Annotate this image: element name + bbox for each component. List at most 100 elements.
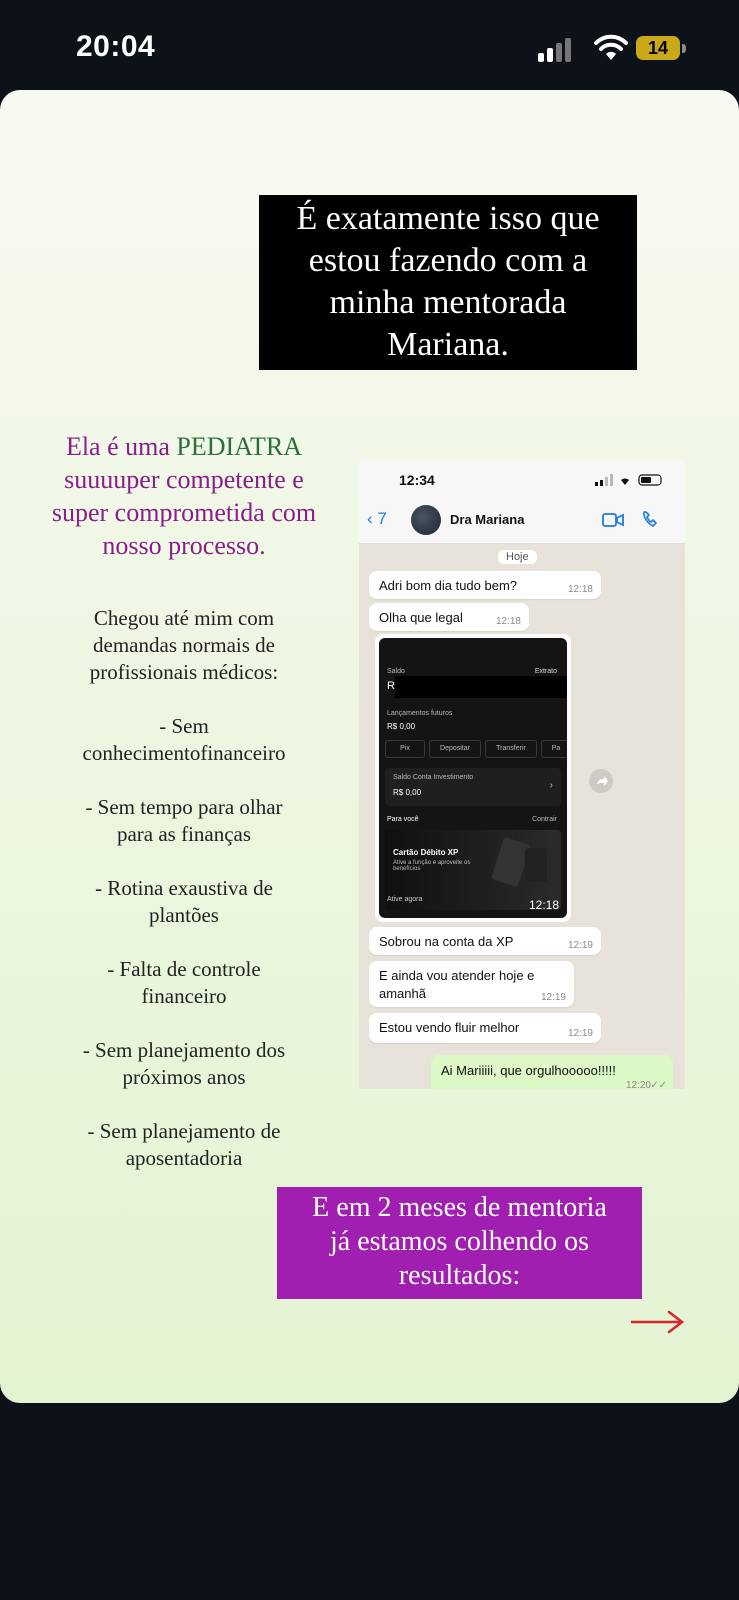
pix-button: Pix	[385, 740, 425, 758]
phone-call-icon[interactable]	[641, 510, 659, 528]
chevron-right-icon: ›	[549, 780, 553, 791]
message-bubble[interactable]: E ainda vou atender hoje e amanhã 12:19	[369, 961, 574, 1007]
text-line: profissionais médicos:	[89, 660, 279, 684]
text-line: próximos anos	[122, 1065, 246, 1089]
message-text: Sobrou na conta da XP	[379, 934, 514, 949]
message-text: amanhã	[379, 986, 426, 1001]
demand-item: - Sem planejamento de aposentadoria	[14, 1118, 354, 1172]
saldo-label: Saldo	[387, 668, 405, 675]
demands-intro: Chegou até mim com demandas normais de pro…	[14, 605, 354, 686]
text-line: plantões	[149, 903, 219, 927]
text-line: - Sem tempo para olhar	[85, 795, 283, 819]
text-line: - Falta de controle	[107, 957, 261, 981]
pediatra-highlight: PEDIATRA	[176, 432, 303, 461]
message-bubble[interactable]: Estou vendo fluir melhor 12:19	[369, 1013, 601, 1043]
result-line: E em 2 meses de mentoria	[312, 1192, 607, 1223]
intro-line: suuuuper competente e	[64, 465, 304, 494]
clock: 20:04	[76, 30, 156, 63]
message-text: Olha que legal	[379, 610, 463, 625]
message-text: Ai Mariiiii, que orgulhooooo!!!!!	[441, 1063, 616, 1078]
investimento-label: Saldo Conta Investimento	[393, 774, 474, 781]
result-line: já estamos colhendo os	[330, 1226, 589, 1257]
lancamentos-label: Lançamentos futuros	[387, 710, 453, 717]
intro-line: nosso processo.	[102, 531, 266, 560]
result-line: resultados:	[398, 1260, 521, 1291]
demand-item: - Falta de controle financeiro	[14, 956, 354, 1010]
headline-box: É exatamente isso que estou fazendo com …	[259, 195, 637, 370]
avatar[interactable]	[411, 505, 441, 535]
battery-cap	[682, 44, 686, 53]
text-line: para as finanças	[116, 822, 252, 846]
headline-line: É exatamente isso que	[296, 200, 600, 237]
extrato-link: Extrato	[534, 668, 557, 675]
text-line: Chegou até mim com	[93, 606, 275, 630]
message-bubble-outgoing[interactable]: Ai Mariiiii, que orgulhooooo!!!!! 12:20 …	[431, 1055, 673, 1089]
xp-app-screenshot: Saldo Extrato R$ Lançamentos futuros R$ …	[379, 638, 567, 918]
share-icon[interactable]	[589, 769, 613, 793]
demand-item: - Sem tempo para olhar para as finanças	[14, 794, 354, 848]
message-time: 12:19	[567, 940, 593, 951]
story-card: É exatamente isso que estou fazendo com …	[0, 90, 739, 1403]
ative-agora: Ative agora	[387, 896, 423, 903]
phone-status-bar: 12:34	[359, 461, 685, 497]
text-line: - Sem planejamento dos	[82, 1038, 286, 1062]
phone-status-icons	[595, 474, 662, 486]
text-line: conhecimentofinanceiro	[82, 741, 286, 765]
message-time: 12:18	[495, 616, 521, 627]
back-count: 7	[377, 509, 387, 528]
message-time: 12:18	[567, 584, 593, 595]
contact-name[interactable]: Dra Mariana	[450, 512, 524, 527]
message-bubble[interactable]: Adri bom dia tudo bem? 12:18	[369, 571, 601, 599]
lancamentos-value: R$ 0,00	[387, 722, 416, 731]
whatsapp-screenshot: 12:34 ‹ 7 Dra Mariana Hoje Adri bom dia …	[359, 461, 685, 1089]
para-voce-label: Para você	[387, 816, 419, 823]
message-time: 12:18	[528, 898, 559, 912]
video-call-icon[interactable]	[602, 511, 624, 529]
message-time: 12:20	[625, 1080, 651, 1089]
phone-clock: 12:34	[399, 472, 435, 488]
text-line: - Sem planejamento de	[87, 1119, 281, 1143]
headline-line: estou fazendo com a	[308, 242, 588, 279]
day-separator: Hoje	[498, 550, 537, 564]
headline-line: Mariana.	[387, 326, 509, 363]
text-line: financeiro	[141, 984, 227, 1008]
message-time: 12:19	[567, 1028, 593, 1039]
demands-list: Chegou até mim com demandas normais de pro…	[14, 605, 354, 1199]
message-text: Estou vendo fluir melhor	[379, 1020, 520, 1035]
intro-line: super comprometida com	[51, 498, 317, 527]
depositar-button: Depositar	[429, 740, 481, 758]
contrair-link: Contrair	[532, 816, 557, 823]
investimento-card: Saldo Conta Investimento R$ 0,00 ›	[385, 768, 561, 806]
text-line: - Sem	[159, 714, 209, 738]
redaction-bar	[395, 676, 567, 698]
text-line: - Rotina exaustiva de	[95, 876, 273, 900]
image-message[interactable]: Saldo Extrato R$ Lançamentos futuros R$ …	[375, 634, 571, 922]
action-row: Pix Depositar Transferir Pa	[385, 740, 567, 758]
text-line: aposentadoria	[125, 1146, 243, 1170]
battery-icon: 14	[636, 36, 680, 60]
demand-item: - Rotina exaustiva de plantões	[14, 875, 354, 929]
investimento-value: R$ 0,00	[393, 788, 422, 797]
status-bar: 20:04 14	[0, 0, 739, 90]
message-text: E ainda vou atender hoje e	[379, 968, 535, 983]
cellular-signal-icon	[538, 36, 578, 62]
card-title: Cartão Débito XP	[393, 848, 459, 857]
chat-area[interactable]: Hoje Adri bom dia tudo bem? 12:18 Olha q…	[359, 544, 685, 1089]
card-desc: Ative a função e aproveite os benefícios	[393, 860, 471, 872]
message-text: Adri bom dia tudo bem?	[379, 578, 518, 593]
read-receipt-icon: ✓✓	[650, 1080, 667, 1089]
demand-item: - Sem planejamento dos próximos anos	[14, 1037, 354, 1091]
text-line: demandas normais de	[93, 633, 275, 657]
back-button[interactable]: ‹ 7	[367, 509, 387, 529]
wifi-icon	[594, 34, 628, 60]
intro-part1: Ela é uma	[65, 432, 177, 461]
message-bubble[interactable]: Olha que legal 12:18	[369, 603, 529, 631]
chat-header: ‹ 7 Dra Mariana	[359, 497, 685, 544]
message-time: 12:19	[540, 992, 566, 1003]
message-bubble[interactable]: Sobrou na conta da XP 12:19	[369, 927, 601, 955]
transferir-button: Transferir	[485, 740, 537, 758]
headline-line: minha mentorada	[329, 284, 567, 321]
result-box: E em 2 meses de mentoria já estamos colh…	[277, 1187, 642, 1299]
card-image	[525, 848, 547, 882]
arrow-right-icon	[631, 1310, 685, 1334]
